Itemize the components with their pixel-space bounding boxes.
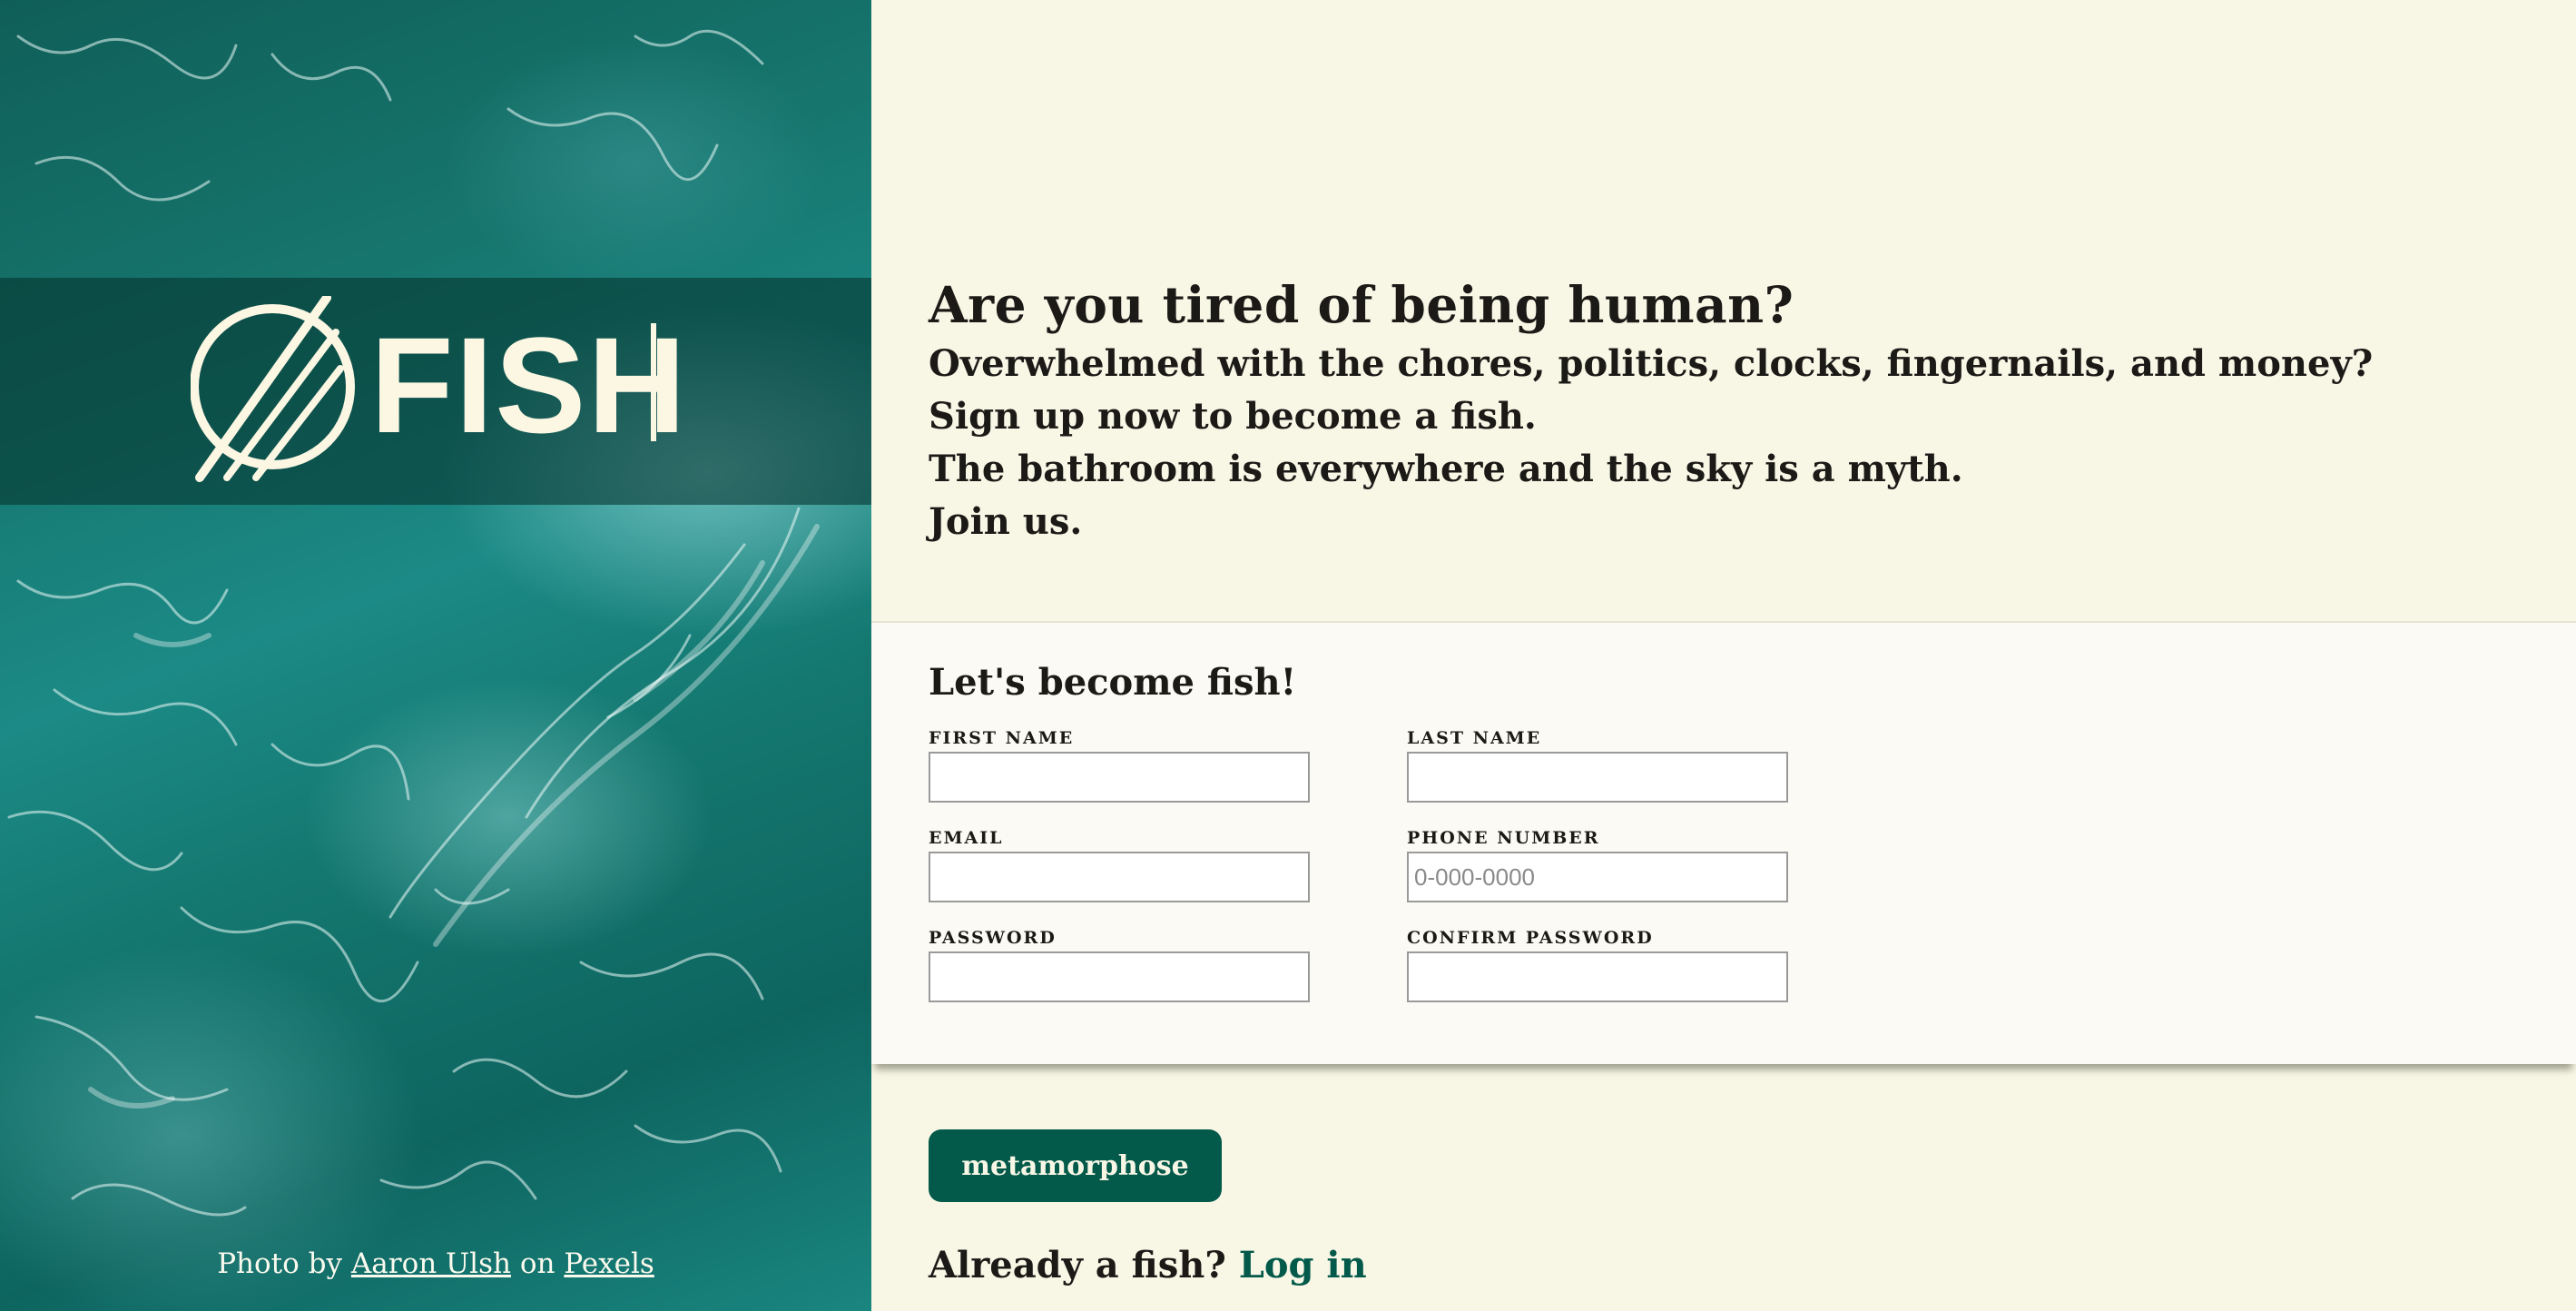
photo-author-link[interactable]: Aaron Ulsh <box>351 1247 511 1280</box>
confirm-password-input[interactable] <box>1407 951 1788 1002</box>
login-link[interactable]: Log in <box>1239 1244 1367 1286</box>
phone-field: PHONE NUMBER <box>1407 828 1788 902</box>
last-name-label: LAST NAME <box>1407 728 1542 748</box>
photo-credit: Photo by Aaron Ulsh on Pexels <box>0 1247 871 1280</box>
first-name-input[interactable] <box>929 752 1310 803</box>
password-field: PASSWORD <box>929 928 1310 1002</box>
login-prompt-text: Already a fish? <box>929 1244 1226 1286</box>
photo-credit-middle: on <box>519 1247 556 1280</box>
hero-line: Join us. <box>929 500 1083 543</box>
ocean-photo-panel: FISH Photo by Aaron Ulsh on Pexels <box>0 0 871 1311</box>
hero-section: Are you tired of being human? Overwhelme… <box>929 272 2544 548</box>
hero-line: Sign up now to become a fish. <box>929 395 1537 438</box>
logo-band: FISH <box>0 278 871 505</box>
password-input[interactable] <box>929 951 1310 1002</box>
email-input[interactable] <box>929 852 1310 902</box>
password-label: PASSWORD <box>929 928 1057 948</box>
login-prompt: Already a fish? Log in <box>929 1244 1367 1286</box>
last-name-field: LAST NAME <box>1407 728 1788 803</box>
confirm-password-label: CONFIRM PASSWORD <box>1407 928 1654 948</box>
email-label: EMAIL <box>929 828 1004 848</box>
ocean-foam-texture <box>7 29 820 1217</box>
email-field: EMAIL <box>929 828 1310 902</box>
last-name-input[interactable] <box>1407 752 1788 803</box>
photo-credit-prefix: Photo by <box>217 1247 343 1280</box>
signup-form-card: Let's become fish! FIRST NAME LAST NAME … <box>871 621 2576 1064</box>
slashed-circle-icon <box>191 296 355 482</box>
first-name-label: FIRST NAME <box>929 728 1075 748</box>
confirm-password-field: CONFIRM PASSWORD <box>1407 928 1788 1002</box>
phone-label: PHONE NUMBER <box>1407 828 1600 848</box>
phone-input[interactable] <box>1407 852 1788 902</box>
photo-source-link[interactable]: Pexels <box>564 1247 654 1280</box>
hero-line: The bathroom is everywhere and the sky i… <box>929 448 1963 490</box>
hero-headline: Are you tired of being human? <box>929 275 1794 334</box>
brand-wordmark: FISH <box>370 309 681 461</box>
hero-line: Overwhelmed with the chores, politics, c… <box>929 342 2374 385</box>
form-title: Let's become fish! <box>929 661 1297 704</box>
metamorphose-button[interactable]: metamorphose <box>929 1129 1222 1202</box>
fish-logo: FISH <box>191 296 681 482</box>
first-name-field: FIRST NAME <box>929 728 1310 803</box>
